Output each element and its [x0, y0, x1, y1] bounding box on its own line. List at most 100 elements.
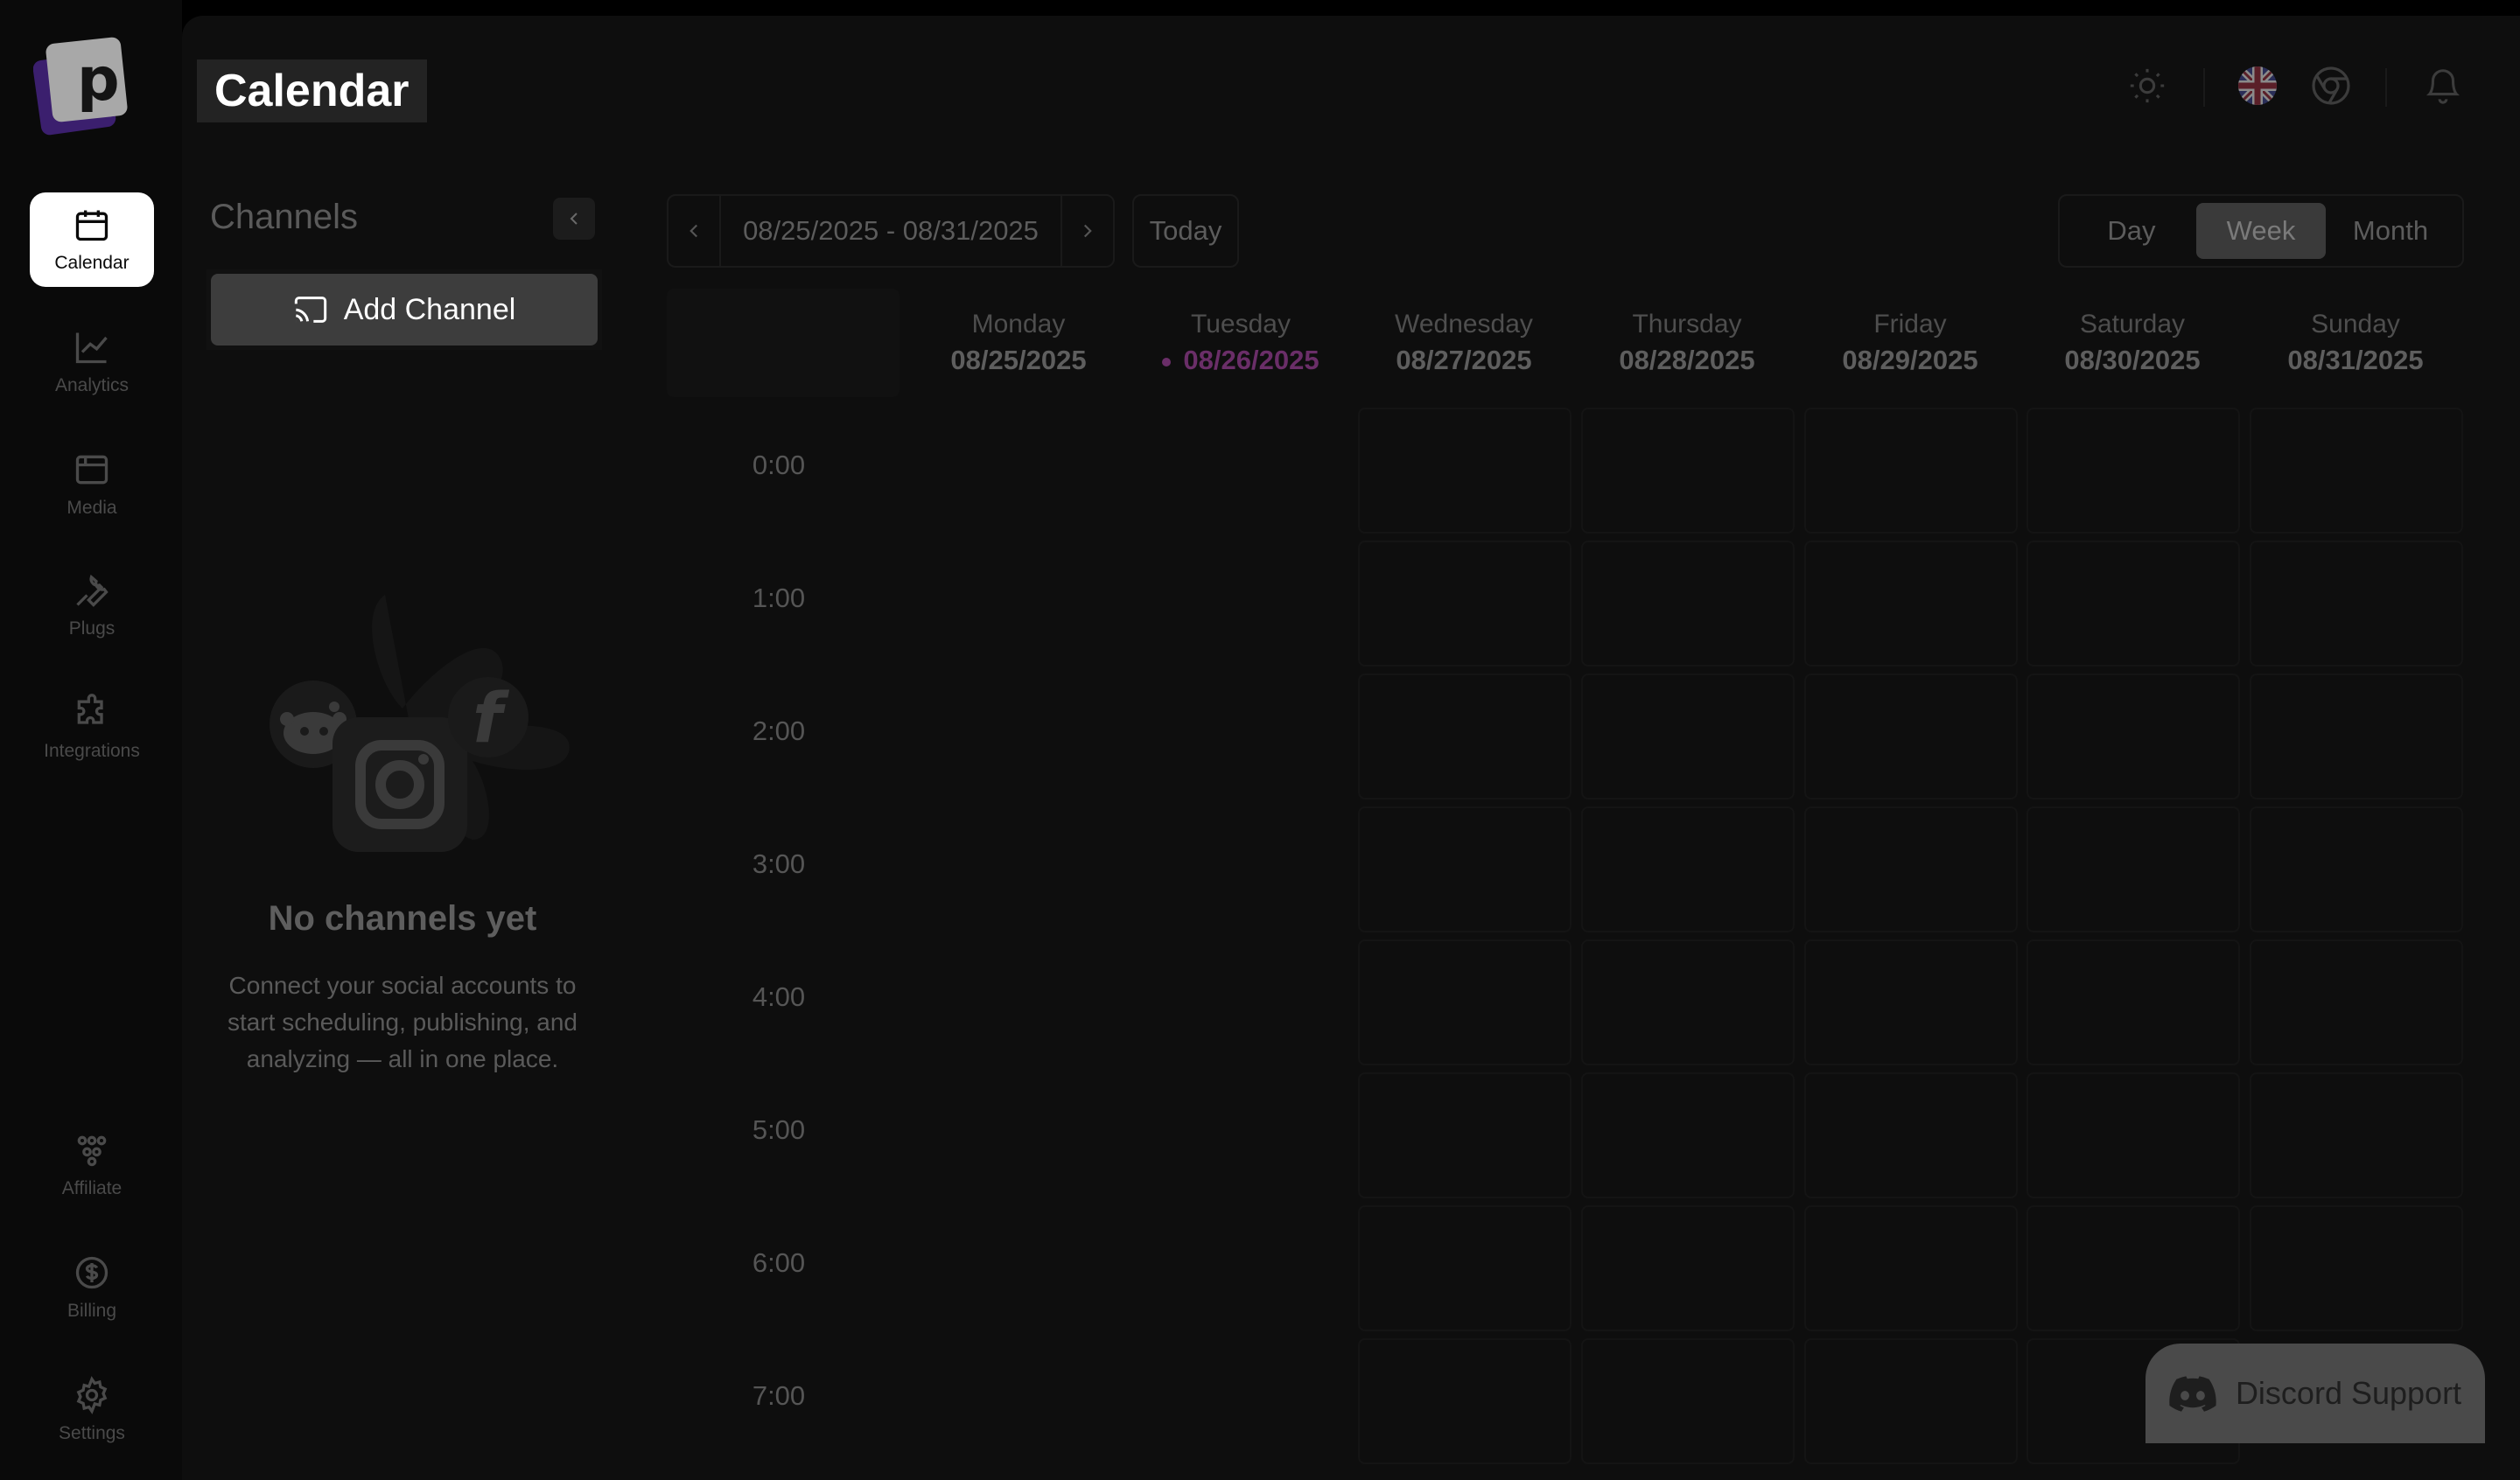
time-slot-wednesday[interactable] — [1358, 939, 1572, 1065]
nav-label: Affiliate — [61, 1178, 122, 1198]
time-slot-wednesday[interactable] — [1358, 1338, 1572, 1464]
time-slot-sunday[interactable] — [2250, 1205, 2463, 1331]
day-name: Wednesday — [1395, 310, 1533, 339]
nav-settings[interactable]: Settings — [30, 1363, 154, 1457]
time-slot-friday[interactable] — [1804, 1338, 2018, 1464]
time-slot-wednesday[interactable] — [1358, 408, 1572, 534]
time-slot-saturday[interactable] — [2026, 939, 2240, 1065]
day-date: 08/25/2025 — [950, 345, 1087, 375]
collapse-channels-button[interactable] — [553, 198, 595, 240]
hour-label: 6:00 — [752, 1247, 806, 1278]
bell-icon — [2426, 69, 2460, 104]
time-slot-saturday[interactable] — [2026, 674, 2240, 799]
day-name: Saturday — [2079, 310, 2186, 339]
view-month-button[interactable]: Month — [2326, 203, 2455, 259]
nav-plugs[interactable]: Plugs — [30, 558, 154, 653]
sidebar: p Calendar Analytics Media Plugs Integra… — [0, 0, 182, 1480]
day-header-monday: Monday 08/25/2025 — [910, 289, 1127, 397]
time-slot-wednesday[interactable] — [1358, 674, 1572, 799]
time-slot-friday[interactable] — [1804, 674, 2018, 799]
empty-state-description: Connect your social accounts to start sc… — [227, 972, 578, 1072]
time-slot-wednesday[interactable] — [1358, 1072, 1572, 1198]
time-slot-friday[interactable] — [1804, 541, 2018, 667]
time-slot-friday[interactable] — [1804, 1205, 2018, 1331]
date-range-navigator: 08/25/2025 - 08/31/2025 — [667, 194, 1115, 268]
day-header-tuesday: Tuesday 08/26/2025 — [1132, 289, 1349, 397]
uk-flag-icon — [2238, 66, 2277, 105]
add-channel-inner: Add Channel — [211, 274, 598, 346]
view-switcher: Day Week Month — [2058, 194, 2464, 268]
time-slot-thursday[interactable] — [1581, 1338, 1795, 1464]
discord-icon — [2169, 1376, 2216, 1412]
date-range-label[interactable]: 08/25/2025 - 08/31/2025 — [719, 196, 1062, 266]
time-slot-wednesday[interactable] — [1358, 806, 1572, 932]
language-button[interactable] — [2235, 63, 2280, 108]
hour-label: 2:00 — [752, 716, 806, 746]
sun-icon — [2130, 68, 2165, 103]
today-button[interactable]: Today — [1132, 194, 1239, 268]
browser-extension-button[interactable] — [2308, 63, 2354, 108]
channels-title: Channels — [210, 198, 359, 236]
discord-support-button[interactable]: Discord Support — [2146, 1344, 2485, 1443]
day-date: 08/31/2025 — [2287, 345, 2424, 375]
time-slot-friday[interactable] — [1804, 939, 2018, 1065]
calendar-icon — [75, 210, 108, 241]
nav-label: Integrations — [44, 741, 140, 761]
app-logo[interactable]: p — [33, 31, 130, 136]
nav-integrations[interactable]: Integrations — [30, 681, 154, 775]
time-slot-wednesday[interactable] — [1358, 541, 1572, 667]
nav-billing[interactable]: Billing — [30, 1240, 154, 1335]
time-slot-sunday[interactable] — [2250, 1072, 2463, 1198]
time-slot-thursday[interactable] — [1581, 408, 1795, 534]
time-slot-thursday[interactable] — [1581, 1072, 1795, 1198]
time-slot-friday[interactable] — [1804, 1072, 2018, 1198]
time-slot-thursday[interactable] — [1581, 806, 1795, 932]
previous-week-button[interactable] — [668, 196, 719, 266]
time-slot-saturday[interactable] — [2026, 1072, 2240, 1198]
time-slot-sunday[interactable] — [2250, 408, 2463, 534]
time-slot-saturday[interactable] — [2026, 408, 2240, 534]
notifications-button[interactable] — [2420, 63, 2466, 108]
time-slot-saturday[interactable] — [2026, 1205, 2240, 1331]
day-name: Friday — [1873, 310, 1947, 339]
day-date: 08/27/2025 — [1396, 345, 1532, 375]
nav-calendar[interactable]: Calendar — [30, 192, 154, 287]
dollar-icon — [75, 1256, 108, 1289]
time-slot-thursday[interactable] — [1581, 541, 1795, 667]
time-slot-thursday[interactable] — [1581, 674, 1795, 799]
time-slot-thursday[interactable] — [1581, 1205, 1795, 1331]
day-header-wednesday: Wednesday 08/27/2025 — [1355, 289, 1572, 397]
add-channel-label: Add Channel — [343, 292, 516, 326]
page-title: Calendar — [197, 59, 427, 122]
chevron-left-icon — [570, 213, 578, 225]
hour-label: 3:00 — [752, 848, 806, 879]
nav-label: Media — [66, 498, 117, 518]
next-week-button[interactable] — [1062, 196, 1113, 266]
empty-state-title: No channels yet — [268, 899, 537, 938]
theme-toggle-button[interactable] — [2124, 63, 2170, 108]
time-slot-sunday[interactable] — [2250, 674, 2463, 799]
hour-label: 0:00 — [752, 450, 806, 480]
nav-label: Plugs — [68, 618, 116, 639]
day-name: Monday — [971, 310, 1066, 339]
nav-label: Settings — [59, 1423, 125, 1443]
time-slot-saturday[interactable] — [2026, 541, 2240, 667]
time-slot-thursday[interactable] — [1581, 939, 1795, 1065]
discord-support-label: Discord Support — [2235, 1375, 2462, 1411]
add-channel-button[interactable]: Add Channel — [206, 269, 602, 350]
nav-analytics[interactable]: Analytics — [30, 315, 154, 409]
time-slot-friday[interactable] — [1804, 408, 2018, 534]
time-slot-sunday[interactable] — [2250, 939, 2463, 1065]
social-networks-illustration: f — [270, 595, 570, 852]
chrome-icon — [2312, 66, 2350, 105]
time-slot-sunday[interactable] — [2250, 806, 2463, 932]
time-slot-sunday[interactable] — [2250, 541, 2463, 667]
time-slot-friday[interactable] — [1804, 806, 2018, 932]
view-day-button[interactable]: Day — [2067, 203, 2196, 259]
time-slot-saturday[interactable] — [2026, 806, 2240, 932]
time-slot-wednesday[interactable] — [1358, 1205, 1572, 1331]
nav-affiliate[interactable]: Affiliate — [30, 1118, 154, 1212]
nav-media[interactable]: Media — [30, 437, 154, 532]
view-week-button[interactable]: Week — [2196, 203, 2326, 259]
day-header-friday: Friday 08/29/2025 — [1802, 289, 2019, 397]
